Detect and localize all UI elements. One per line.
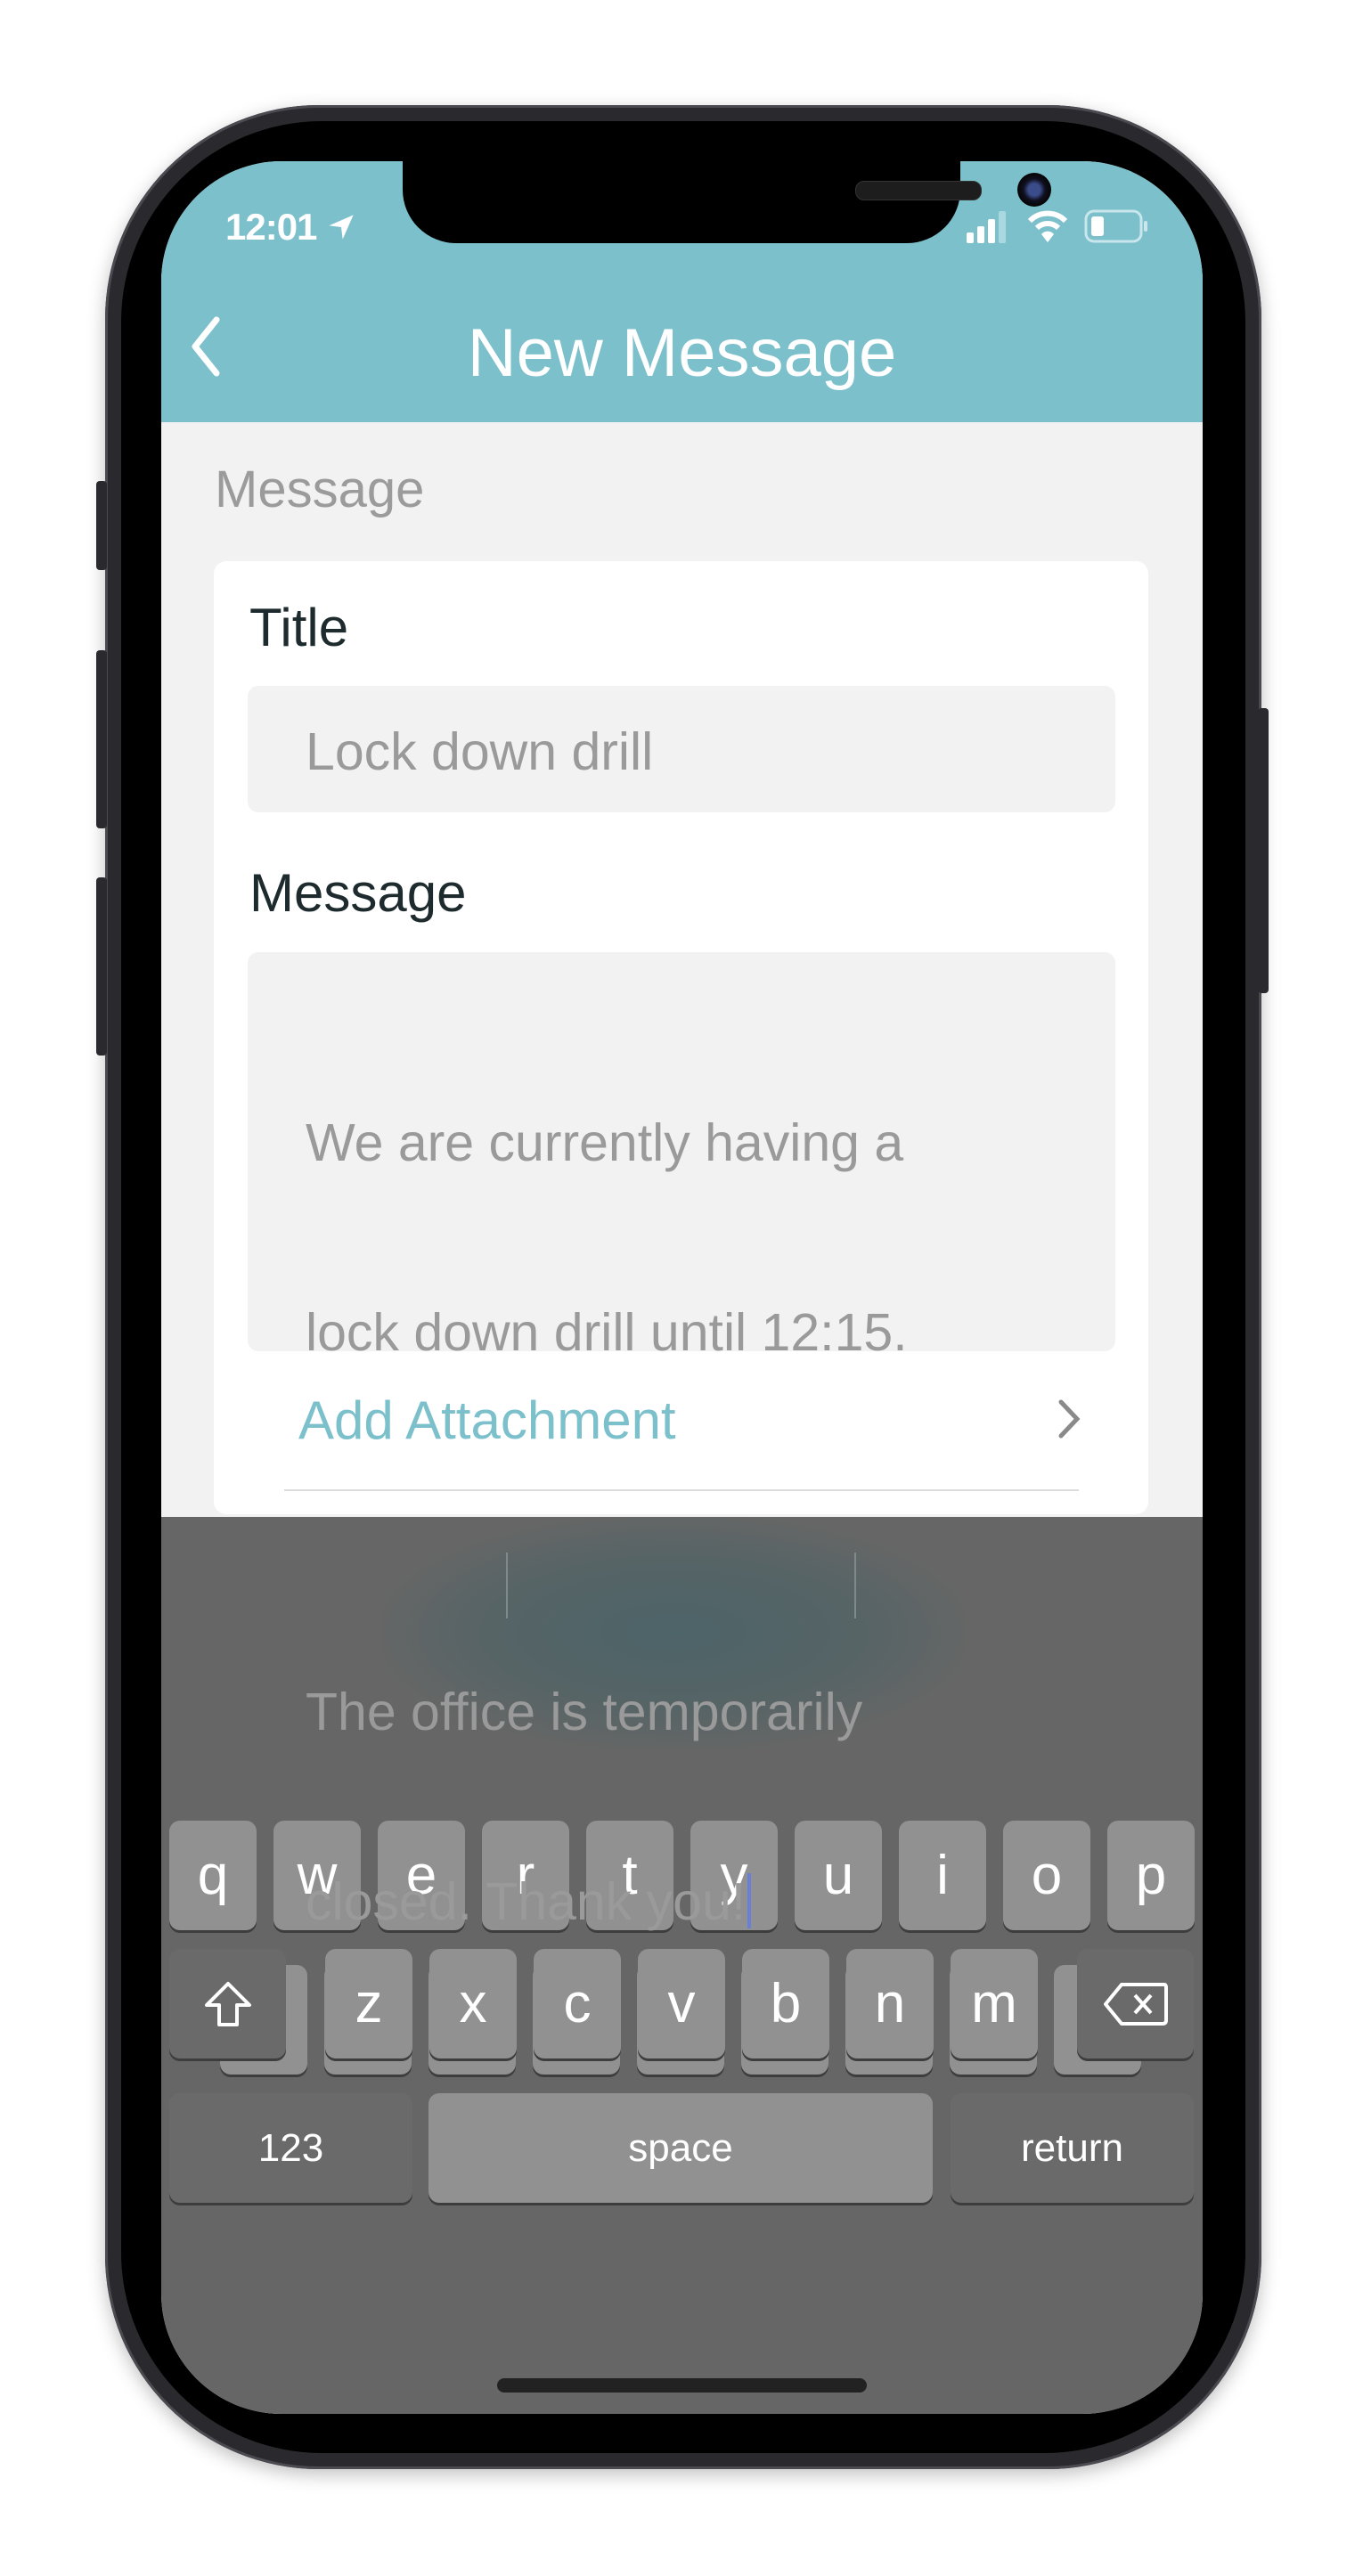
key-o[interactable]: o xyxy=(1003,1821,1090,1930)
message-textarea[interactable]: We are currently having a lock down dril… xyxy=(248,952,1115,1931)
wifi-icon xyxy=(1027,210,1068,242)
volume-up-button xyxy=(96,650,107,828)
delete-key[interactable] xyxy=(1077,1949,1194,2058)
title-input[interactable]: Lock down drill xyxy=(248,686,1115,812)
key-q[interactable]: q xyxy=(169,1821,257,1930)
power-button xyxy=(1258,708,1269,993)
section-label: Message xyxy=(215,461,425,518)
nav-header: 12:01 New Message xyxy=(161,161,1203,422)
title-input-value: Lock down drill xyxy=(306,722,654,781)
silent-switch xyxy=(96,481,107,570)
page-title: New Message xyxy=(467,315,897,391)
time-text: 12:01 xyxy=(225,206,317,248)
return-key[interactable]: return xyxy=(951,2093,1194,2203)
space-key[interactable]: space xyxy=(428,2093,933,2203)
numbers-key[interactable]: 123 xyxy=(169,2093,412,2203)
status-time: 12:01 xyxy=(225,206,356,249)
key-p[interactable]: p xyxy=(1107,1821,1195,1930)
delete-backspace-icon xyxy=(1103,1982,1168,2026)
notch xyxy=(403,161,1051,243)
signal-icon xyxy=(967,211,1006,243)
message-line: closed. Thank you! xyxy=(306,1872,747,1931)
text-cursor xyxy=(747,1873,752,1928)
message-line xyxy=(306,1488,908,1557)
message-form-card: Title Lock down drill Message We are cur… xyxy=(214,561,1148,1931)
title-label: Title xyxy=(249,598,349,657)
message-text: We are currently having a lock down dril… xyxy=(306,988,908,2058)
front-camera xyxy=(1017,173,1051,207)
location-arrow-icon xyxy=(329,215,354,240)
shift-arrow-icon xyxy=(204,1981,251,2026)
message-line: The office is temporarily xyxy=(306,1683,863,1741)
message-last-line: closed. Thank you! xyxy=(306,1868,908,1936)
home-indicator[interactable] xyxy=(497,2378,867,2393)
message-line: lock down drill until 12:15. xyxy=(306,1303,908,1362)
key-i[interactable]: i xyxy=(899,1821,986,1930)
chevron-right-icon[interactable] xyxy=(1056,1397,1082,1441)
key-m[interactable]: m xyxy=(951,1949,1038,2058)
volume-down-button xyxy=(96,877,107,1056)
message-label: Message xyxy=(249,863,467,923)
shift-key[interactable] xyxy=(169,1949,286,2058)
screen: 12:01 New Message Message Title Lock dow… xyxy=(161,161,1203,2414)
battery-icon xyxy=(1084,209,1147,243)
speaker xyxy=(855,181,982,200)
message-line: We are currently having a xyxy=(306,1113,904,1172)
